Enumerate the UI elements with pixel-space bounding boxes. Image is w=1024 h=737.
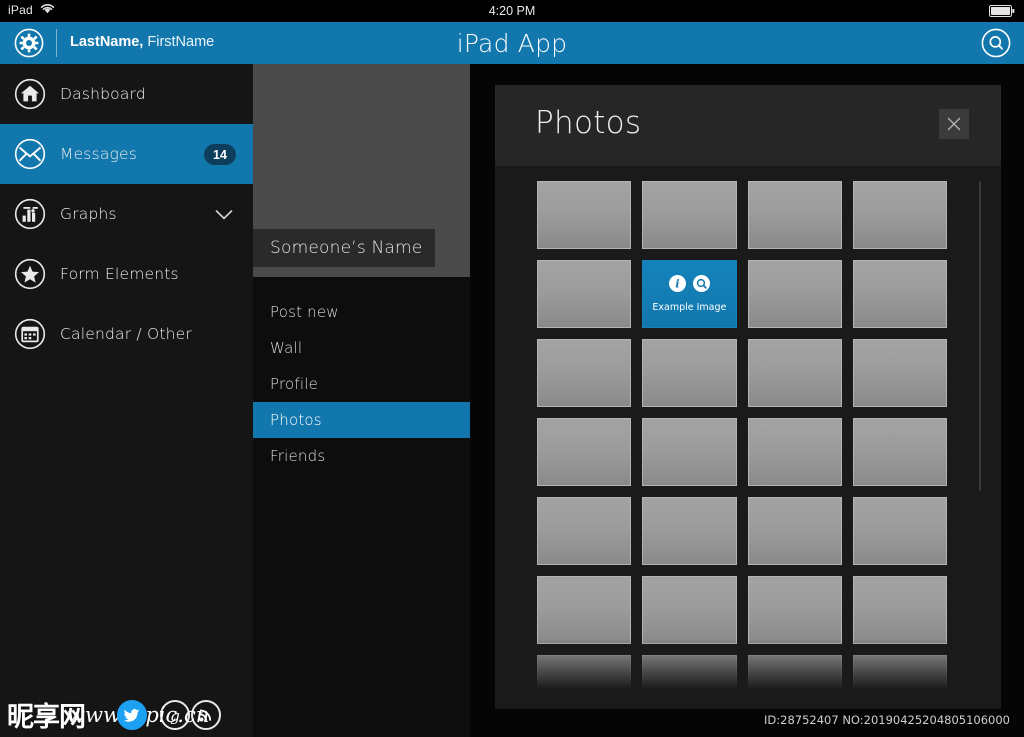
photo-tile[interactable] [537,655,632,709]
photo-tile[interactable] [642,418,737,486]
bar-chart-icon [14,198,46,230]
photo-tile[interactable] [537,339,632,407]
info-icon[interactable]: i [668,275,686,297]
photos-modal-header: Photos [495,85,1001,166]
photo-tile[interactable] [747,260,842,328]
submenu-item-label: Profile [270,375,319,393]
submenu-item-profile[interactable]: Profile [253,366,470,402]
svg-text:i: i [675,277,679,290]
close-button[interactable] [939,109,969,139]
sidebar-item-graphs[interactable]: Graphs [0,184,253,244]
sidebar-item-label: Graphs [60,205,117,223]
photo-tile[interactable] [537,181,632,249]
photo-tile[interactable] [642,497,737,565]
avatar[interactable]: Someone’s Name [253,64,470,277]
photo-grid-row [537,576,947,644]
photo-grid-row [537,655,947,709]
content-area: Photos i Example Image ID:28752407 NO:20… [470,64,1024,737]
photo-tile-selected[interactable]: i Example Image [642,260,737,328]
page-title: iPad App [456,29,568,58]
photo-grid-row [537,339,947,407]
image-id-label: ID:28752407 NO:20190425204805106000 [764,713,1010,727]
status-bar-clock: 4:20 PM [488,4,536,18]
photo-tile[interactable] [852,181,947,249]
twitter-icon [117,700,147,730]
ios-status-bar: iPad 4:20 PM [0,0,1024,22]
submenu-item-friends[interactable]: Friends [253,438,470,474]
photo-tile-actions: i [668,275,710,297]
photo-tile[interactable] [642,339,737,407]
zoom-icon[interactable] [692,275,710,297]
calendar-icon [14,318,46,350]
home-icon [14,78,46,110]
photo-grid-row [537,418,947,486]
submenu-item-label: Wall [270,339,303,357]
submenu-item-label: Post new [270,303,339,321]
photos-grid: i Example Image [537,181,947,709]
close-icon [947,117,961,131]
sidebar-item-dashboard[interactable]: Dashboard [0,64,253,124]
submenu-item-label: Photos [270,411,322,429]
messages-badge: 14 [204,144,236,165]
photo-tile[interactable] [852,260,947,328]
photo-tile[interactable] [642,655,737,709]
search-button[interactable] [981,28,1011,58]
photo-tile[interactable] [852,418,947,486]
vertical-scrollbar[interactable] [979,181,981,491]
submenu-item-wall[interactable]: Wall [253,330,470,366]
sidebar-item-label: Dashboard [60,85,146,103]
photo-tile[interactable] [747,576,842,644]
photo-tile[interactable] [747,181,842,249]
submenu-item-label: Friends [270,447,326,465]
app-header-bar: LastName, FirstName iPad App [0,22,1024,64]
sidebar-item-form-elements[interactable]: Form Elements [0,244,253,304]
photo-tile[interactable] [747,418,842,486]
battery-icon [989,5,1015,20]
ipad-app-screen: iPad 4:20 PM LastName, FirstName iPad Ap… [0,0,1024,737]
photo-tile[interactable] [537,418,632,486]
sidebar-item-label: Form Elements [60,265,179,283]
photo-tile-caption: Example Image [652,302,727,313]
photos-modal: Photos i Example Image [495,85,1001,709]
profile-submenu: Post new Wall Profile Photos Friends [253,294,470,474]
photo-grid-row [537,497,947,565]
photo-tile[interactable] [537,260,632,328]
search-icon [981,28,1011,58]
photo-tile[interactable] [852,655,947,709]
rss-icon [191,700,221,730]
photo-tile[interactable] [852,497,947,565]
photo-tile[interactable] [537,576,632,644]
envelope-icon [14,138,46,170]
profile-name-label: Someone’s Name [253,229,435,267]
photo-grid-row [537,181,947,249]
sidebar-item-label: Calendar / Other [60,325,192,343]
sidebar-item-label: Messages [60,145,138,163]
photos-grid-container[interactable]: i Example Image [495,166,1001,709]
google-plus-icon: g [160,700,190,730]
photo-tile[interactable] [747,655,842,709]
sidebar-item-calendar-other[interactable]: Calendar / Other [0,304,253,364]
main-sidebar: Dashboard Messages 14 Graphs Form Elemen… [0,64,253,737]
photo-tile[interactable] [642,181,737,249]
site-watermark: 昵享网 www.nipic.cn g [5,691,235,735]
submenu-item-post-new[interactable]: Post new [253,294,470,330]
submenu-item-photos[interactable]: Photos [253,402,470,438]
photo-tile[interactable] [747,339,842,407]
photo-tile[interactable] [852,339,947,407]
photo-grid-row: i Example Image [537,260,947,328]
star-icon [14,258,46,290]
photos-modal-title: Photos [535,105,642,141]
svg-text:g: g [170,707,180,725]
photo-tile[interactable] [747,497,842,565]
photo-tile[interactable] [642,576,737,644]
profile-panel: Someone’s Name Post new Wall Profile Pho… [253,64,470,737]
sidebar-item-messages[interactable]: Messages 14 [0,124,253,184]
chevron-down-icon[interactable] [215,208,233,226]
photo-tile[interactable] [852,576,947,644]
photo-tile[interactable] [537,497,632,565]
